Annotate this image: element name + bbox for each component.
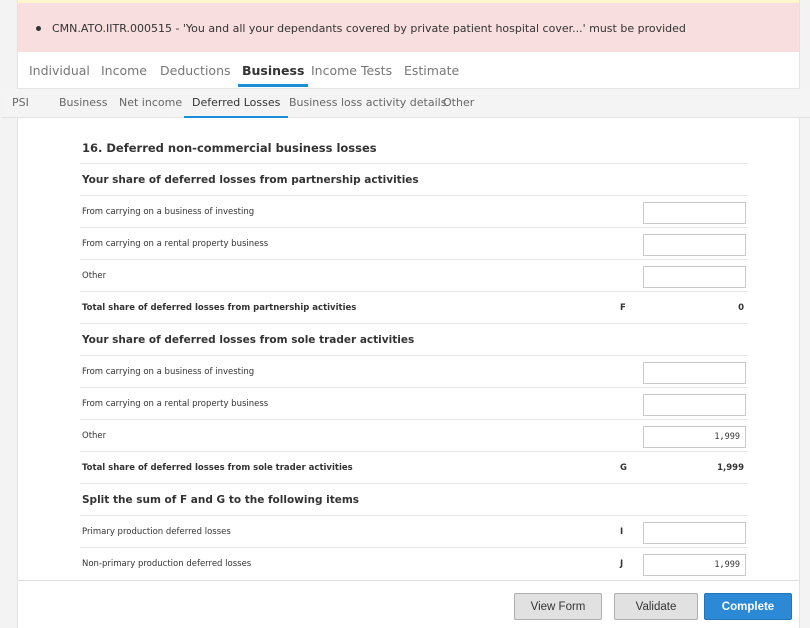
tab-individual[interactable]: Individual bbox=[29, 63, 90, 78]
tab-business[interactable]: Business bbox=[238, 63, 309, 87]
section-heading: Your share of deferred losses from sole … bbox=[80, 323, 748, 355]
subtab-business-loss-activity-details[interactable]: Business loss activity details bbox=[289, 96, 446, 109]
subtab-deferred-losses[interactable]: Deferred Losses bbox=[184, 96, 289, 119]
subtab-net-income[interactable]: Net income bbox=[119, 96, 182, 109]
form-row: From carrying on a rental property busin… bbox=[80, 387, 748, 419]
complete-button[interactable]: Complete bbox=[704, 593, 792, 620]
partnership-rental-field[interactable] bbox=[643, 234, 746, 256]
total-value: 0 bbox=[738, 303, 744, 313]
form-row: Primary production deferred losses I bbox=[80, 515, 748, 547]
sole-trader-rental-field[interactable] bbox=[643, 394, 746, 416]
validation-message-text: CMN.ATO.IITR.000515 - 'You and all your … bbox=[52, 22, 686, 35]
tab-estimate[interactable]: Estimate bbox=[404, 63, 459, 78]
form-row: Non-primary production deferred losses J bbox=[80, 547, 748, 579]
label-code: G bbox=[620, 463, 627, 473]
subtab-business[interactable]: Business bbox=[59, 96, 108, 109]
form-row: Other bbox=[80, 259, 748, 291]
action-bar: View Form Validate Complete bbox=[18, 580, 799, 628]
subtab-other[interactable]: Other bbox=[443, 96, 474, 109]
validation-message[interactable]: CMN.ATO.IITR.000515 - 'You and all your … bbox=[36, 22, 686, 35]
validate-button[interactable]: Validate bbox=[614, 593, 698, 620]
tab-income[interactable]: Income bbox=[101, 63, 147, 78]
partnership-other-field[interactable] bbox=[643, 266, 746, 288]
subtab-psi[interactable]: PSI bbox=[12, 96, 29, 109]
bullet-icon bbox=[36, 26, 41, 31]
row-label: Total share of deferred losses from part… bbox=[82, 303, 357, 313]
row-label: From carrying on a rental property busin… bbox=[82, 399, 269, 409]
active-tab-indicator bbox=[238, 84, 309, 87]
validation-alert: CMN.ATO.IITR.000515 - 'You and all your … bbox=[18, 0, 799, 52]
row-label: Your share of deferred losses from sole … bbox=[82, 334, 415, 346]
row-label: Your share of deferred losses from partn… bbox=[82, 174, 419, 186]
total-value: 1,999 bbox=[717, 463, 744, 473]
row-label: From carrying on a business of investing bbox=[82, 207, 255, 217]
row-label: Primary production deferred losses bbox=[82, 527, 231, 537]
section-heading: Split the sum of F and G to the followin… bbox=[80, 483, 748, 515]
form-row: Other bbox=[80, 419, 748, 451]
row-label: From carrying on a business of investing bbox=[82, 367, 255, 377]
label-code: I bbox=[620, 527, 624, 537]
row-label: Non-primary production deferred losses bbox=[82, 559, 252, 569]
page-title: 16. Deferred non-commercial business los… bbox=[82, 141, 377, 155]
partnership-investing-field[interactable] bbox=[643, 202, 746, 224]
non-primary-production-field[interactable] bbox=[643, 554, 746, 576]
app-window: CMN.ATO.IITR.000515 - 'You and all your … bbox=[0, 0, 810, 628]
row-label: Total share of deferred losses from sole… bbox=[82, 463, 353, 473]
row-label: Other bbox=[82, 271, 107, 281]
return-panel: CMN.ATO.IITR.000515 - 'You and all your … bbox=[1, 0, 810, 628]
primary-production-field[interactable] bbox=[643, 522, 746, 544]
sole-trader-other-field[interactable] bbox=[643, 426, 746, 448]
row-label: From carrying on a rental property busin… bbox=[82, 239, 269, 249]
label-code: J bbox=[620, 559, 624, 569]
total-row: Total share of deferred losses from part… bbox=[80, 291, 748, 323]
tab-income-tests[interactable]: Income Tests bbox=[311, 63, 392, 78]
total-row: Total share of deferred losses from sole… bbox=[80, 451, 748, 483]
sole-trader-investing-field[interactable] bbox=[643, 362, 746, 384]
section-heading: Your share of deferred losses from partn… bbox=[80, 163, 748, 195]
row-label: Split the sum of F and G to the followin… bbox=[82, 494, 360, 506]
view-form-button[interactable]: View Form bbox=[514, 593, 602, 620]
form-row: From carrying on a business of investing bbox=[80, 355, 748, 387]
sub-tab-bar: PSI Business Net income Deferred Losses … bbox=[1, 89, 810, 119]
deferred-losses-form: Your share of deferred losses from partn… bbox=[80, 163, 748, 579]
main-tab-bar: Individual Income Deductions Business In… bbox=[18, 52, 799, 89]
tab-deductions[interactable]: Deductions bbox=[160, 63, 231, 78]
form-row: From carrying on a rental property busin… bbox=[80, 227, 748, 259]
label-code: F bbox=[620, 303, 626, 313]
row-label: Other bbox=[82, 431, 107, 441]
form-row: From carrying on a business of investing bbox=[80, 195, 748, 227]
form-content: 16. Deferred non-commercial business los… bbox=[18, 118, 799, 580]
